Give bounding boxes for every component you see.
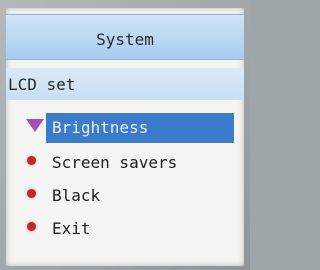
menu-item-exit[interactable]: Exit: [6, 214, 244, 244]
menu-item-black[interactable]: Black: [6, 181, 244, 211]
selection-arrow-icon: [26, 119, 44, 132]
lcd-screen: System LCD set Brightness Screen savers …: [6, 8, 244, 266]
menu-item-screen-savers[interactable]: Screen savers: [6, 148, 244, 178]
menu-item-label: Brightness: [52, 118, 149, 137]
section-header: LCD set: [6, 68, 244, 100]
bullet-icon: [27, 156, 36, 165]
bullet-icon: [27, 222, 36, 231]
bullet-icon: [27, 189, 36, 198]
menu-item-label: Screen savers: [52, 153, 178, 172]
title-bar: System: [6, 14, 244, 60]
section-title: LCD set: [8, 75, 76, 94]
page-title: System: [96, 30, 154, 49]
menu-item-brightness[interactable]: Brightness: [6, 113, 244, 143]
menu-item-label: Black: [52, 186, 101, 205]
menu-item-label: Exit: [52, 219, 91, 238]
